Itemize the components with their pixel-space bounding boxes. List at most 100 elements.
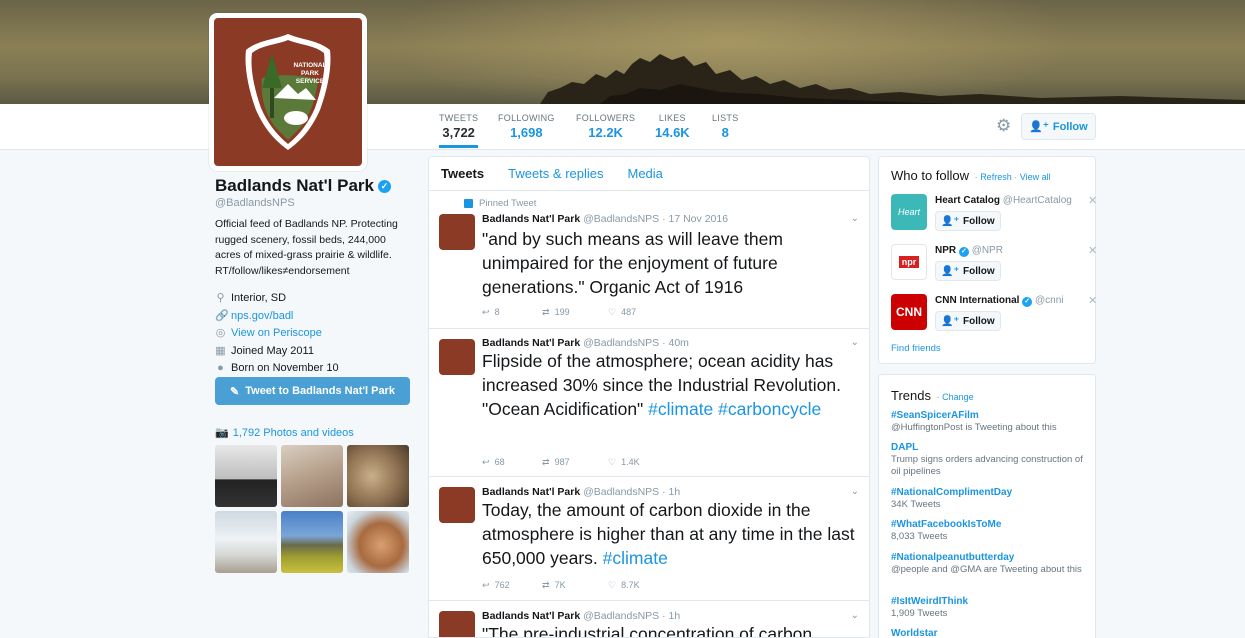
pinned-indicator: Pinned Tweet <box>464 198 536 209</box>
follow-button[interactable]: 👤⁺ Follow <box>935 261 1001 281</box>
retweet-count: 7K <box>554 580 566 590</box>
chevron-down-icon[interactable]: ⌄ <box>851 213 859 224</box>
chevron-down-icon[interactable]: ⌄ <box>851 337 859 348</box>
photos-videos-link[interactable]: 📷 1,792 Photos and videos <box>215 426 354 440</box>
tweet-author[interactable]: Badlands Nat'l Park <box>482 337 580 349</box>
suggested-handle[interactable]: @NPR <box>972 245 1003 256</box>
trend-name[interactable]: #WhatFacebookIsToMe <box>891 519 1091 530</box>
tweet[interactable]: Pinned Tweet Badlands Nat'l Park @Badlan… <box>429 192 869 329</box>
view-all-link[interactable]: View all <box>1020 172 1051 182</box>
tweet[interactable]: Badlands Nat'l Park @BadlandsNPS · 1h ⌄ … <box>429 601 869 637</box>
reply-action[interactable]: ↩ 68 <box>482 457 542 468</box>
like-action[interactable]: ♡ 1.4K <box>608 457 668 468</box>
suggested-name[interactable]: CNN International <box>935 295 1019 306</box>
trend-item[interactable]: #NationalComplimentDay 34K Tweets <box>891 487 1091 511</box>
chevron-down-icon[interactable]: ⌄ <box>851 610 859 621</box>
trend-item[interactable]: Worldstar <box>891 628 1091 638</box>
find-friends-link[interactable]: Find friends <box>891 343 941 354</box>
trend-name[interactable]: #SeanSpicerAFilm <box>891 410 1091 421</box>
suggested-handle[interactable]: @cnni <box>1035 295 1064 306</box>
suggested-name[interactable]: Heart Catalog <box>935 195 1000 206</box>
close-icon[interactable]: ✕ <box>1088 294 1097 307</box>
trend-name[interactable]: #Nationalpeanutbutterday <box>891 552 1091 563</box>
tweet-handle[interactable]: @BadlandsNPS <box>583 213 659 225</box>
suggested-name-row: NPR ✓ @NPR <box>935 245 1003 257</box>
profile-handle[interactable]: @BadlandsNPS <box>215 197 415 209</box>
stat-value: 14.6K <box>655 125 690 140</box>
change-link[interactable]: Change <box>942 392 974 402</box>
tweet-avatar[interactable] <box>439 214 475 250</box>
tab-tweets-replies[interactable]: Tweets & replies <box>508 157 603 191</box>
follow-button[interactable]: 👤⁺ Follow <box>935 311 1001 331</box>
profile-avatar[interactable]: NATIONAL PARK SERVICE <box>209 13 367 171</box>
website-link[interactable]: nps.gov/badl <box>231 308 293 326</box>
stat-tweets[interactable]: TWEETS 3,722 <box>439 113 479 148</box>
photo-thumbnail[interactable] <box>347 511 409 573</box>
trend-item[interactable]: DAPL Trump signs orders advancing constr… <box>891 442 1091 478</box>
trend-item[interactable]: #SeanSpicerAFilm @HuffingtonPost is Twee… <box>891 410 1091 434</box>
tab-media[interactable]: Media <box>627 157 662 191</box>
gear-icon[interactable]: ⚙ <box>996 117 1014 135</box>
tweet-time[interactable]: · 1h <box>662 486 680 498</box>
trend-item[interactable]: #IsItWeirdIThink 1,909 Tweets <box>891 596 1091 620</box>
trend-name[interactable]: #NationalComplimentDay <box>891 487 1091 498</box>
periscope-link[interactable]: View on Periscope <box>231 325 322 343</box>
like-action[interactable]: ♡ 487 <box>608 307 668 318</box>
tweet-author[interactable]: Badlands Nat'l Park <box>482 213 580 225</box>
trend-name[interactable]: Worldstar <box>891 628 1091 638</box>
like-count: 1.4K <box>621 457 640 467</box>
tweet-to-button[interactable]: ✎ Tweet to Badlands Nat'l Park <box>215 377 410 405</box>
add-user-icon: 👤⁺ <box>941 215 960 227</box>
reply-action[interactable]: ↩ 8 <box>482 307 542 318</box>
photo-thumbnail[interactable] <box>281 511 343 573</box>
follow-button[interactable]: 👤⁺ Follow <box>1021 113 1096 140</box>
tweet-author[interactable]: Badlands Nat'l Park <box>482 486 580 498</box>
retweet-action[interactable]: ⇄ 987 <box>542 457 608 468</box>
reply-action[interactable]: ↩ 762 <box>482 580 542 591</box>
suggested-name[interactable]: NPR <box>935 245 956 256</box>
heart-catalog-avatar[interactable]: Heart <box>891 194 927 230</box>
stat-label: LISTS <box>712 113 739 123</box>
retweet-action[interactable]: ⇄ 7K <box>542 580 608 591</box>
stat-lists[interactable]: LISTS 8 <box>712 113 739 140</box>
refresh-link[interactable]: Refresh <box>980 172 1012 182</box>
tweet-avatar[interactable] <box>439 487 475 523</box>
cnn-avatar[interactable]: CNN <box>891 294 927 330</box>
tweet-time[interactable]: · 17 Nov 2016 <box>662 213 728 225</box>
trend-item[interactable]: #WhatFacebookIsToMe 8,033 Tweets <box>891 519 1091 543</box>
photo-thumbnail[interactable] <box>281 445 343 507</box>
stat-followers[interactable]: FOLLOWERS 12.2K <box>576 113 635 140</box>
close-icon[interactable]: ✕ <box>1088 244 1097 257</box>
tweet-handle[interactable]: @BadlandsNPS <box>583 610 659 622</box>
tweet[interactable]: Badlands Nat'l Park @BadlandsNPS · 1h ⌄ … <box>429 477 869 601</box>
photo-thumbnail[interactable] <box>347 445 409 507</box>
trend-item[interactable]: #Nationalpeanutbutterday @people and @GM… <box>891 552 1091 576</box>
tweet-handle[interactable]: @BadlandsNPS <box>583 337 659 349</box>
tweet-handle[interactable]: @BadlandsNPS <box>583 486 659 498</box>
retweet-action[interactable]: ⇄ 199 <box>542 307 608 318</box>
stat-following[interactable]: FOLLOWING 1,698 <box>498 113 555 140</box>
tweet-time[interactable]: · 40m <box>662 337 689 349</box>
npr-avatar[interactable]: npr <box>891 244 927 280</box>
trend-name[interactable]: DAPL <box>891 442 1091 453</box>
tweet-hashtags[interactable]: #climate #carboncycle <box>648 399 821 419</box>
stat-likes[interactable]: LIKES 14.6K <box>655 113 690 140</box>
trend-name[interactable]: #IsItWeirdIThink <box>891 596 1091 607</box>
profile-name-row: Badlands Nat'l Park ✓ <box>215 176 415 196</box>
suggested-handle[interactable]: @HeartCatalog <box>1003 195 1072 206</box>
tweet-avatar[interactable] <box>439 339 475 375</box>
tweet-hashtags[interactable]: #climate <box>603 548 668 568</box>
tab-tweets[interactable]: Tweets <box>441 157 484 191</box>
tweet-author[interactable]: Badlands Nat'l Park <box>482 610 580 622</box>
chevron-down-icon[interactable]: ⌄ <box>851 486 859 497</box>
tweet-avatar[interactable] <box>439 611 475 637</box>
tweet[interactable]: Badlands Nat'l Park @BadlandsNPS · 40m ⌄… <box>429 329 869 477</box>
profile-name[interactable]: Badlands Nat'l Park <box>215 176 374 196</box>
follow-button[interactable]: 👤⁺ Follow <box>935 211 1001 231</box>
suggested-name-row: Heart Catalog @HeartCatalog <box>935 195 1072 206</box>
photo-thumbnail[interactable] <box>215 445 277 507</box>
like-action[interactable]: ♡ 8.7K <box>608 580 668 591</box>
photo-thumbnail[interactable] <box>215 511 277 573</box>
close-icon[interactable]: ✕ <box>1088 194 1097 207</box>
tweet-time[interactable]: · 1h <box>662 610 680 622</box>
